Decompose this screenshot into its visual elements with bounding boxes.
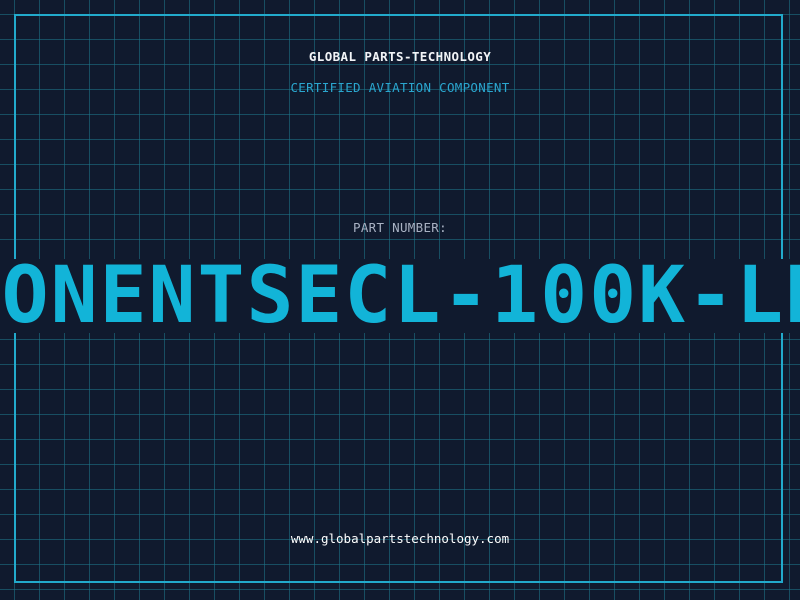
company-name: GLOBAL PARTS-TECHNOLOGY <box>308 49 492 64</box>
part-number-label: PART NUMBER: <box>353 220 447 235</box>
certification-subtitle: CERTIFIED AVIATION COMPONENT <box>290 80 510 95</box>
part-label-card: GLOBAL PARTS-TECHNOLOGY CERTIFIED AVIATI… <box>0 0 800 600</box>
website-url: www.globalpartstechnology.com <box>290 531 510 546</box>
part-number-value: MPONENTSECL-100K-LD <box>0 259 800 333</box>
part-number-band: MPONENTSECL-100K-LD <box>0 259 800 333</box>
